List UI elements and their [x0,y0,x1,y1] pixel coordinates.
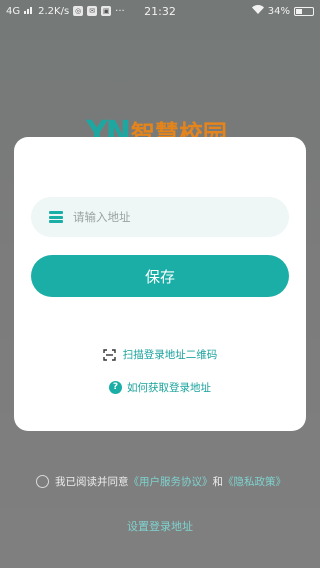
agreement-row: 我已阅读并同意《用户服务协议》和《隐私政策》 [36,474,306,489]
login-address-dialog: 保存 扫描登录地址二维码 ? 如何获取登录地址 [14,137,306,431]
list-icon [49,211,63,223]
how-to-get-address-link[interactable]: ? 如何获取登录地址 [14,380,306,395]
battery-percent: 34% [267,5,290,17]
scan-qr-link[interactable]: 扫描登录地址二维码 [14,347,306,362]
setup-address-link[interactable]: 设置登录地址 [0,518,320,534]
address-input[interactable] [73,210,273,224]
notification-icon: ▣ [101,6,112,16]
save-button[interactable]: 保存 [31,255,289,297]
address-input-container[interactable] [31,197,289,237]
battery-icon [294,6,314,16]
wifi-icon [251,5,264,17]
network-speed: 2.2K/s [38,5,70,17]
agree-radio[interactable] [36,475,49,488]
agreement-text: 我已阅读并同意《用户服务协议》和《隐私政策》 [55,474,286,489]
notification-icon: ✉ [87,6,98,16]
scan-label: 扫描登录地址二维码 [122,349,218,361]
signal-icon [24,5,34,17]
agreement-prefix: 我已阅读并同意 [55,476,129,488]
agreement-conjunction: 和 [212,476,224,488]
scan-icon [103,348,116,361]
status-time: 21:32 [144,4,176,18]
question-icon: ? [109,381,122,394]
more-icon: ··· [115,5,125,17]
help-label: 如何获取登录地址 [127,382,211,394]
status-bar: 4G 2.2K/s ◎ ✉ ▣ ··· 21:32 34% [0,0,320,22]
network-type: 4G [6,5,21,17]
user-agreement-link[interactable]: 《用户服务协议》 [129,476,213,488]
privacy-policy-link[interactable]: 《隐私政策》 [223,476,286,488]
notification-icon: ◎ [73,6,84,16]
